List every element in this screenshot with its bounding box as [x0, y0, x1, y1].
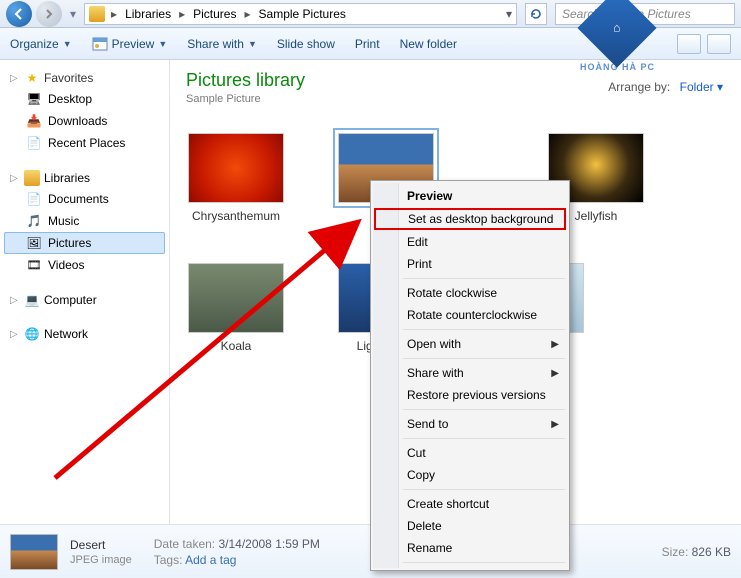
- breadcrumb-segment[interactable]: Pictures: [191, 7, 238, 21]
- music-icon: 🎵: [26, 213, 42, 229]
- slideshow-button[interactable]: Slide show: [277, 37, 335, 51]
- toolbar: Organize▼ Preview▼ Share with▼ Slide sho…: [0, 28, 741, 60]
- navigation-tree: ▷★Favorites 🖥Desktop 📥Downloads 📄Recent …: [0, 60, 170, 524]
- ctx-open-with[interactable]: Open with▶: [373, 333, 567, 355]
- arrange-by: Arrange by: Folder ▾: [608, 80, 723, 94]
- thumb-chrysanthemum[interactable]: Chrysanthemum: [186, 133, 286, 223]
- ctx-copy[interactable]: Copy: [373, 464, 567, 486]
- libraries-icon: [24, 170, 40, 186]
- ctx-preview[interactable]: Preview: [373, 185, 567, 207]
- tree-item-music[interactable]: 🎵Music: [4, 210, 165, 232]
- details-thumbnail: [10, 534, 58, 570]
- library-subtitle: Sample Picture: [186, 93, 725, 105]
- ctx-create-shortcut[interactable]: Create shortcut: [373, 493, 567, 515]
- tree-favorites-header[interactable]: ▷★Favorites: [4, 68, 165, 88]
- star-icon: ★: [24, 70, 40, 86]
- desktop-icon: 🖥: [26, 91, 42, 107]
- preview-pane-button[interactable]: [707, 34, 731, 54]
- context-menu: Preview Set as desktop background Edit P…: [370, 180, 570, 571]
- documents-icon: 📄: [26, 191, 42, 207]
- ctx-delete[interactable]: Delete: [373, 515, 567, 537]
- tree-item-downloads[interactable]: 📥Downloads: [4, 110, 165, 132]
- refresh-icon: [529, 7, 543, 21]
- breadcrumb-segment[interactable]: Sample Pictures: [257, 7, 348, 21]
- ctx-send-to[interactable]: Send to▶: [373, 413, 567, 435]
- tree-network-header[interactable]: ▷🌐Network: [4, 324, 165, 344]
- videos-icon: 🎞: [26, 257, 42, 273]
- nav-forward-button[interactable]: [36, 1, 62, 27]
- tree-libraries-header[interactable]: ▷Libraries: [4, 168, 165, 188]
- print-button[interactable]: Print: [355, 37, 380, 51]
- details-size: 826 KB: [692, 545, 731, 559]
- image-icon: [92, 37, 108, 51]
- computer-icon: 💻: [24, 292, 40, 308]
- tree-item-desktop[interactable]: 🖥Desktop: [4, 88, 165, 110]
- details-tags[interactable]: Add a tag: [185, 553, 236, 567]
- tree-item-recent[interactable]: 📄Recent Places: [4, 132, 165, 154]
- tree-computer-header[interactable]: ▷💻Computer: [4, 290, 165, 310]
- arrow-right-icon: [43, 8, 55, 20]
- ctx-set-desktop-background[interactable]: Set as desktop background: [374, 208, 566, 230]
- view-options-button[interactable]: [677, 34, 701, 54]
- organize-menu[interactable]: Organize▼: [10, 37, 72, 51]
- arrow-left-icon: [12, 7, 26, 21]
- titlebar: ▾ ▸ Libraries ▸ Pictures ▸ Sample Pictur…: [0, 0, 741, 28]
- recent-icon: 📄: [26, 135, 42, 151]
- arrange-by-link[interactable]: Folder ▾: [680, 80, 723, 94]
- folder-icon: [89, 6, 105, 22]
- search-placeholder: Search Sample Pictures: [562, 7, 691, 21]
- image-thumbnail: [188, 263, 284, 333]
- address-dropdown-icon[interactable]: ▾: [506, 7, 512, 21]
- ctx-rotate-clockwise[interactable]: Rotate clockwise: [373, 282, 567, 304]
- breadcrumb-sep-icon[interactable]: ▸: [240, 7, 254, 21]
- pictures-icon: 🖼: [26, 235, 42, 251]
- ctx-restore-versions[interactable]: Restore previous versions: [373, 384, 567, 406]
- address-bar[interactable]: ▸ Libraries ▸ Pictures ▸ Sample Pictures…: [84, 3, 517, 25]
- details-filetype: JPEG image: [70, 554, 132, 566]
- submenu-arrow-icon: ▶: [551, 368, 559, 379]
- ctx-edit[interactable]: Edit: [373, 231, 567, 253]
- ctx-rename[interactable]: Rename: [373, 537, 567, 559]
- new-folder-button[interactable]: New folder: [400, 37, 457, 51]
- refresh-button[interactable]: [525, 3, 547, 25]
- nav-history-dropdown[interactable]: ▾: [66, 7, 80, 21]
- breadcrumb-sep-icon[interactable]: ▸: [175, 7, 189, 21]
- breadcrumb-segment[interactable]: Libraries: [123, 7, 173, 21]
- details-date: 3/14/2008 1:59 PM: [218, 537, 319, 551]
- ctx-share-with[interactable]: Share with▶: [373, 362, 567, 384]
- network-icon: 🌐: [24, 326, 40, 342]
- search-input[interactable]: Search Sample Pictures: [555, 3, 735, 25]
- nav-back-button[interactable]: [6, 1, 32, 27]
- breadcrumb-sep-icon[interactable]: ▸: [107, 7, 121, 21]
- submenu-arrow-icon: ▶: [551, 419, 559, 430]
- tree-item-pictures[interactable]: 🖼Pictures: [4, 232, 165, 254]
- ctx-rotate-counterclockwise[interactable]: Rotate counterclockwise: [373, 304, 567, 326]
- image-thumbnail: [188, 133, 284, 203]
- preview-menu[interactable]: Preview▼: [92, 37, 168, 51]
- ctx-cut[interactable]: Cut: [373, 442, 567, 464]
- details-filename: Desert: [70, 538, 132, 552]
- downloads-icon: 📥: [26, 113, 42, 129]
- ctx-print[interactable]: Print: [373, 253, 567, 275]
- thumb-koala[interactable]: Koala: [186, 263, 286, 353]
- submenu-arrow-icon: ▶: [551, 339, 559, 350]
- tree-item-videos[interactable]: 🎞Videos: [4, 254, 165, 276]
- share-menu[interactable]: Share with▼: [187, 37, 257, 51]
- tree-item-documents[interactable]: 📄Documents: [4, 188, 165, 210]
